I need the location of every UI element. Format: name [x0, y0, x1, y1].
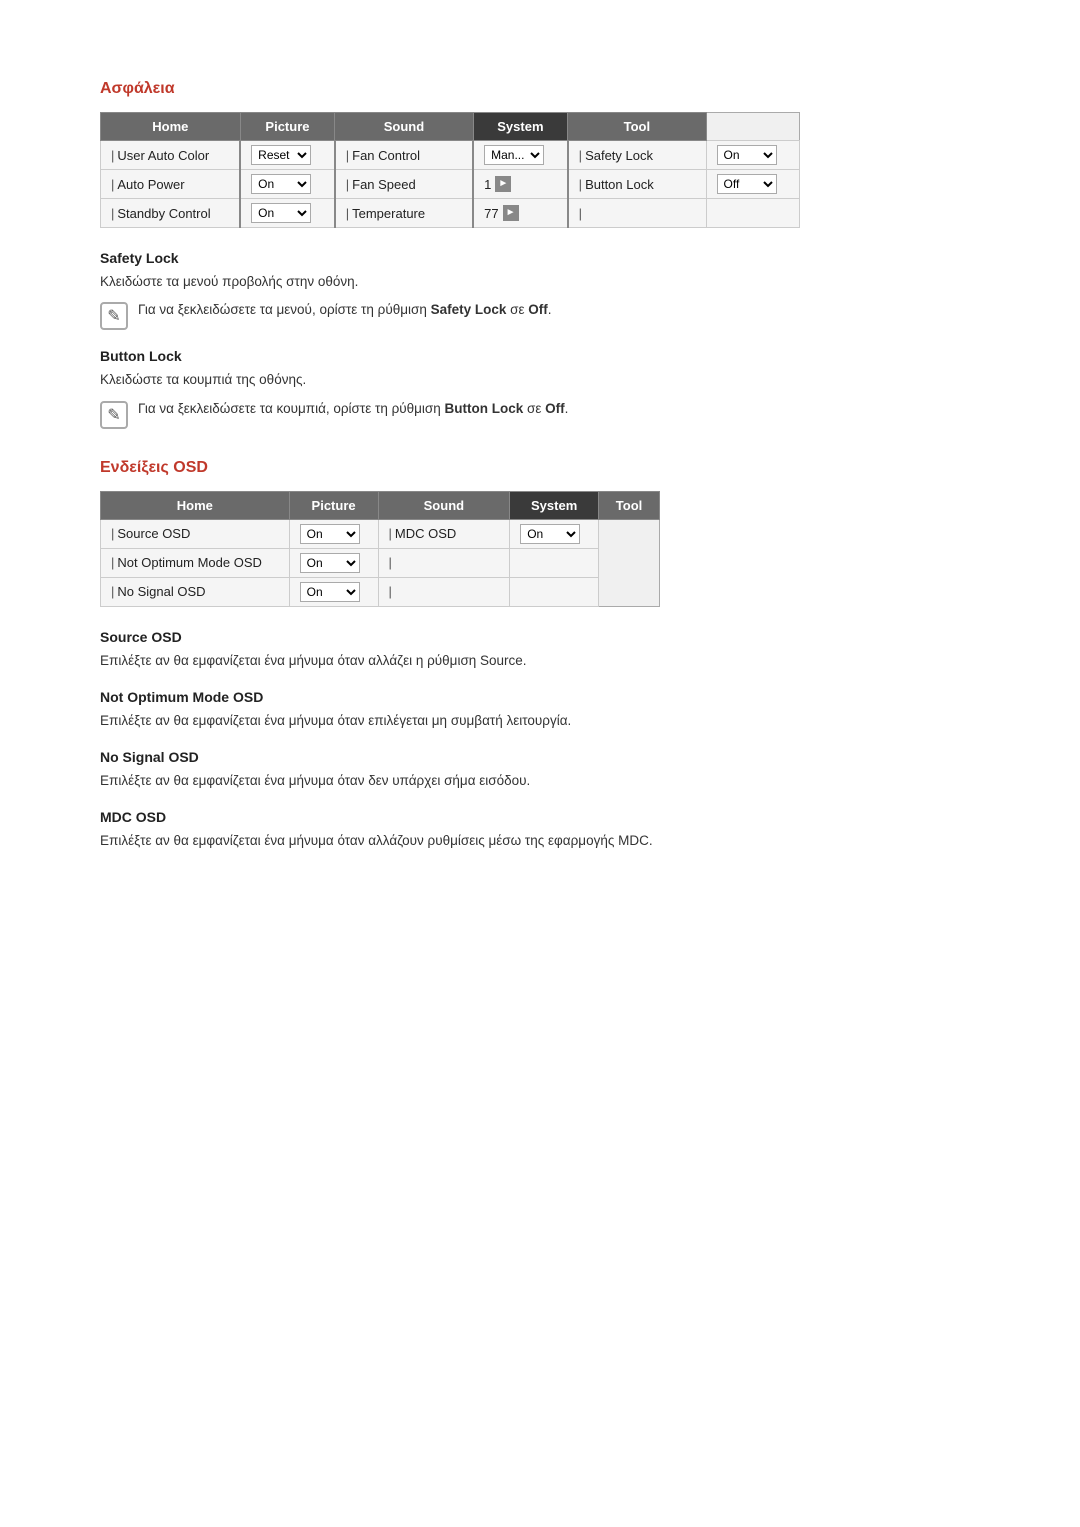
safety-lock-note-text: Για να ξεκλειδώσετε τα μενού, ορίστε τη …	[138, 302, 552, 317]
source-osd-value[interactable]: On Off	[289, 519, 378, 548]
table-row: No Signal OSD On Off	[101, 577, 660, 606]
standby-control-value[interactable]: On Off	[240, 199, 335, 228]
osd-tab-picture[interactable]: Picture	[289, 491, 378, 519]
tab-system[interactable]: System	[473, 113, 568, 141]
button-lock-select[interactable]: Off On	[717, 174, 777, 194]
temperature-arrow[interactable]: ►	[503, 205, 519, 221]
endikseis-osd-section: Ενδείξεις OSD Home Picture Sound System …	[100, 459, 980, 852]
mdc-osd-heading: MDC OSD	[100, 809, 980, 825]
endikseis-osd-title: Ενδείξεις OSD	[100, 459, 980, 477]
source-osd-label: Source OSD	[101, 519, 290, 548]
pencil-icon-2: ✎	[100, 401, 128, 429]
empty-osd-label2	[378, 577, 510, 606]
no-signal-osd-value[interactable]: On Off	[289, 577, 378, 606]
table-row: User Auto Color Reset Fan Control Man...…	[101, 141, 800, 170]
empty-osd-value2	[510, 577, 599, 606]
fan-speed-arrow[interactable]: ►	[495, 176, 511, 192]
table-row: Not Optimum Mode OSD On Off	[101, 548, 660, 577]
asfaleia-title: Ασφάλεια	[100, 80, 980, 98]
user-auto-color-value[interactable]: Reset	[240, 141, 335, 170]
button-lock-desc: Κλειδώστε τα κουμπιά της οθόνης.	[100, 370, 980, 390]
fan-speed-label: Fan Speed	[335, 170, 473, 199]
asfaleia-menu-table: Home Picture Sound System Tool User Auto…	[100, 112, 800, 228]
no-signal-osd-desc: Επιλέξτε αν θα εμφανίζεται ένα μήνυμα ότ…	[100, 771, 980, 791]
temperature-label: Temperature	[335, 199, 473, 228]
not-optimum-osd-desc: Επιλέξτε αν θα εμφανίζεται ένα μήνυμα ότ…	[100, 711, 980, 731]
safety-lock-value[interactable]: On Off	[706, 141, 799, 170]
fan-control-select[interactable]: Man...	[484, 145, 544, 165]
pencil-icon: ✎	[100, 302, 128, 330]
button-lock-label: Button Lock	[568, 170, 706, 199]
table-row: Standby Control On Off Temperature 77 ►	[101, 199, 800, 228]
source-osd-heading: Source OSD	[100, 629, 980, 645]
osd-tab-sound[interactable]: Sound	[378, 491, 510, 519]
osd-tab-system[interactable]: System	[510, 491, 599, 519]
mdc-osd-value[interactable]: On Off	[510, 519, 599, 548]
button-lock-value[interactable]: Off On	[706, 170, 799, 199]
empty-label	[568, 199, 706, 228]
auto-power-select[interactable]: On Off	[251, 174, 311, 194]
table-row: Source OSD On Off MDC OSD On Off	[101, 519, 660, 548]
fan-speed-value[interactable]: 1 ►	[473, 170, 568, 199]
table-row: Auto Power On Off Fan Speed 1 ► Button L…	[101, 170, 800, 199]
asfaleia-section: Ασφάλεια Home Picture Sound System Tool …	[100, 80, 980, 429]
no-signal-osd-select[interactable]: On Off	[300, 582, 360, 602]
not-optimum-osd-value[interactable]: On Off	[289, 548, 378, 577]
button-lock-note-text: Για να ξεκλειδώσετε τα κουμπιά, ορίστε τ…	[138, 401, 568, 416]
safety-lock-label: Safety Lock	[568, 141, 706, 170]
source-osd-select[interactable]: On Off	[300, 524, 360, 544]
user-auto-color-label: User Auto Color	[101, 141, 241, 170]
safety-lock-desc: Κλειδώστε τα μενού προβολής στην οθόνη.	[100, 272, 980, 292]
mdc-osd-label: MDC OSD	[378, 519, 510, 548]
temperature-value[interactable]: 77 ►	[473, 199, 568, 228]
auto-power-label: Auto Power	[101, 170, 241, 199]
standby-control-label: Standby Control	[101, 199, 241, 228]
empty-osd-value	[510, 548, 599, 577]
mdc-osd-select[interactable]: On Off	[520, 524, 580, 544]
safety-lock-heading: Safety Lock	[100, 250, 980, 266]
empty-value	[706, 199, 799, 228]
safety-lock-note-row: ✎ Για να ξεκλειδώσετε τα μενού, ορίστε τ…	[100, 302, 980, 330]
not-optimum-osd-select[interactable]: On Off	[300, 553, 360, 573]
tab-tool[interactable]: Tool	[568, 113, 706, 141]
tab-sound[interactable]: Sound	[335, 113, 473, 141]
user-auto-color-select[interactable]: Reset	[251, 145, 311, 165]
temperature-display: 77	[484, 206, 498, 221]
button-lock-note-row: ✎ Για να ξεκλειδώσετε τα κουμπιά, ορίστε…	[100, 401, 980, 429]
fan-control-label: Fan Control	[335, 141, 473, 170]
source-osd-desc: Επιλέξτε αν θα εμφανίζεται ένα μήνυμα ότ…	[100, 651, 980, 671]
not-optimum-osd-label: Not Optimum Mode OSD	[101, 548, 290, 577]
auto-power-value[interactable]: On Off	[240, 170, 335, 199]
tab-picture[interactable]: Picture	[240, 113, 335, 141]
not-optimum-osd-heading: Not Optimum Mode OSD	[100, 689, 980, 705]
mdc-osd-desc: Επιλέξτε αν θα εμφανίζεται ένα μήνυμα ότ…	[100, 831, 980, 851]
no-signal-osd-heading: No Signal OSD	[100, 749, 980, 765]
tab-home[interactable]: Home	[101, 113, 241, 141]
standby-control-select[interactable]: On Off	[251, 203, 311, 223]
empty-osd-label	[378, 548, 510, 577]
osd-tab-home[interactable]: Home	[101, 491, 290, 519]
fan-speed-display: 1	[484, 177, 491, 192]
no-signal-osd-label: No Signal OSD	[101, 577, 290, 606]
safety-lock-select[interactable]: On Off	[717, 145, 777, 165]
fan-control-value[interactable]: Man...	[473, 141, 568, 170]
osd-menu-table: Home Picture Sound System Tool Source OS…	[100, 491, 660, 607]
osd-tab-tool[interactable]: Tool	[599, 491, 660, 519]
button-lock-heading: Button Lock	[100, 348, 980, 364]
